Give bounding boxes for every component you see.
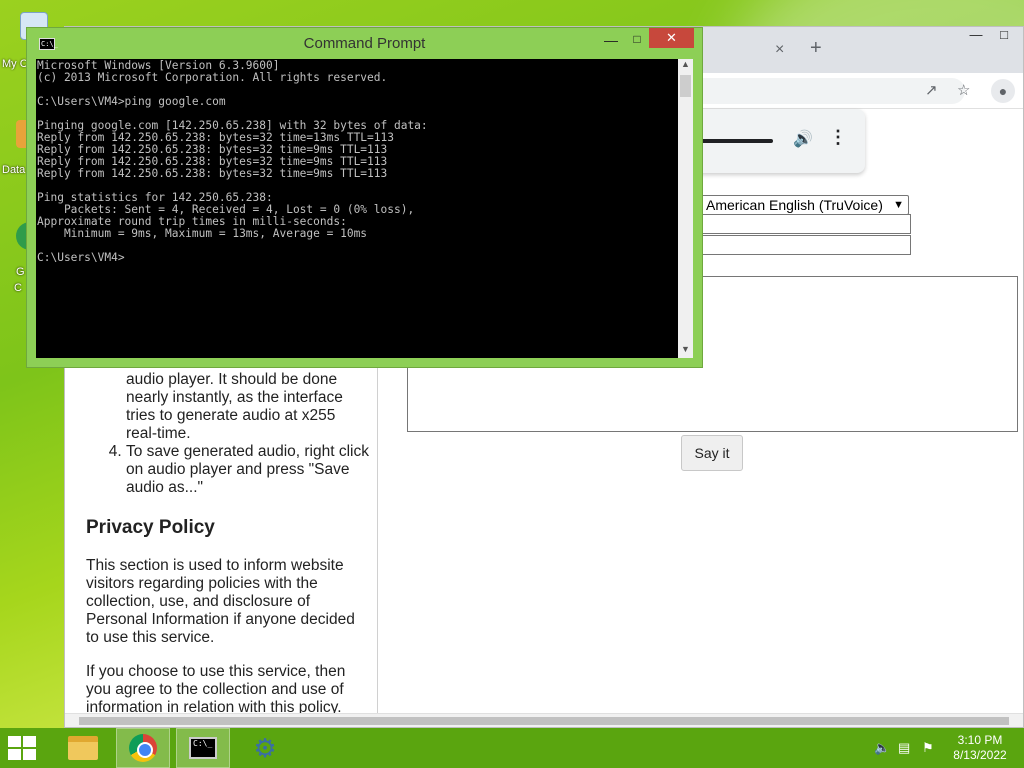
say-it-button[interactable]: Say it	[681, 435, 743, 471]
profile-avatar[interactable]: ●	[991, 79, 1015, 103]
list-item: audio player. It should be done nearly i…	[126, 371, 343, 442]
list-item: To save generated audio, right click on …	[126, 443, 370, 497]
browser-maximize-button[interactable]: □	[989, 27, 1019, 47]
action-center-flag-icon[interactable]: ⚑	[922, 740, 934, 756]
share-icon[interactable]: ↗	[925, 81, 938, 99]
taskbar-file-explorer[interactable]	[56, 728, 110, 768]
chrome-icon	[129, 734, 157, 762]
cmd-scroll-thumb[interactable]	[680, 75, 691, 97]
taskbar-clock[interactable]: 3:10 PM 8/13/2022	[944, 733, 1016, 763]
chevron-down-icon: ▼	[893, 199, 904, 211]
pitch-input[interactable]	[701, 214, 911, 234]
start-button[interactable]	[8, 736, 38, 760]
network-icon[interactable]: ▤	[898, 740, 910, 756]
browser-minimize-button[interactable]: —	[961, 27, 991, 47]
instructions-list: audio player. It should be done nearly i…	[86, 371, 370, 497]
voice-select[interactable]: American English (TruVoice) ▼	[701, 195, 909, 215]
bookmark-star-icon[interactable]: ☆	[957, 81, 970, 99]
clock-date: 8/13/2022	[953, 748, 1007, 762]
privacy-policy-heading: Privacy Policy	[86, 517, 215, 538]
console-text: Microsoft Windows [Version 6.3.9600] (c)…	[37, 59, 428, 264]
scroll-down-icon[interactable]: ▼	[678, 344, 693, 358]
cmd-close-button[interactable]: ✕	[649, 28, 694, 48]
scroll-up-icon[interactable]: ▲	[678, 59, 693, 73]
cmd-title-bar[interactable]: C:\_ Command Prompt — □ ✕	[27, 28, 702, 58]
taskbar: C:\_ ⚙ 🔈 ▤ ⚑ 3:10 PM 8/13/2022	[0, 728, 1024, 768]
cmd-maximize-button[interactable]: □	[627, 32, 647, 46]
tab-close-icon[interactable]: ×	[775, 41, 784, 59]
new-tab-button[interactable]: +	[810, 37, 822, 60]
scrollbar-thumb[interactable]	[79, 717, 1009, 725]
command-prompt-icon: C:\_	[189, 737, 217, 759]
voice-select-value: American English (TruVoice)	[706, 197, 883, 213]
volume-muted-icon[interactable]: 🔈	[874, 740, 890, 756]
cmd-vertical-scrollbar[interactable]: ▲ ▼	[678, 59, 693, 358]
cmd-minimize-button[interactable]: —	[601, 32, 621, 48]
taskbar-settings[interactable]: ⚙	[238, 728, 292, 768]
speed-input[interactable]	[701, 235, 911, 255]
privacy-paragraph-1: This section is used to inform website v…	[86, 557, 355, 646]
more-vert-icon[interactable]: ⋮	[829, 127, 847, 148]
volume-icon[interactable]: 🔊	[793, 129, 813, 149]
taskbar-command-prompt[interactable]: C:\_	[176, 728, 230, 768]
desktop-label-c: C	[14, 282, 22, 294]
console-output-area[interactable]: Microsoft Windows [Version 6.3.9600] (c)…	[36, 59, 678, 358]
horizontal-scrollbar[interactable]	[65, 713, 1023, 727]
taskbar-chrome[interactable]	[116, 728, 170, 768]
desktop-label-data: Data	[2, 164, 26, 176]
folder-icon	[68, 736, 98, 760]
command-prompt-window: C:\_ Command Prompt — □ ✕ Microsoft Wind…	[26, 27, 703, 368]
desktop-label-g: G	[16, 266, 25, 278]
gear-icon: ⚙	[253, 732, 277, 763]
desktop-label-my-computer: My C	[2, 58, 28, 70]
clock-time: 3:10 PM	[957, 733, 1003, 747]
privacy-paragraph-2: If you choose to use this service, then …	[86, 663, 346, 713]
